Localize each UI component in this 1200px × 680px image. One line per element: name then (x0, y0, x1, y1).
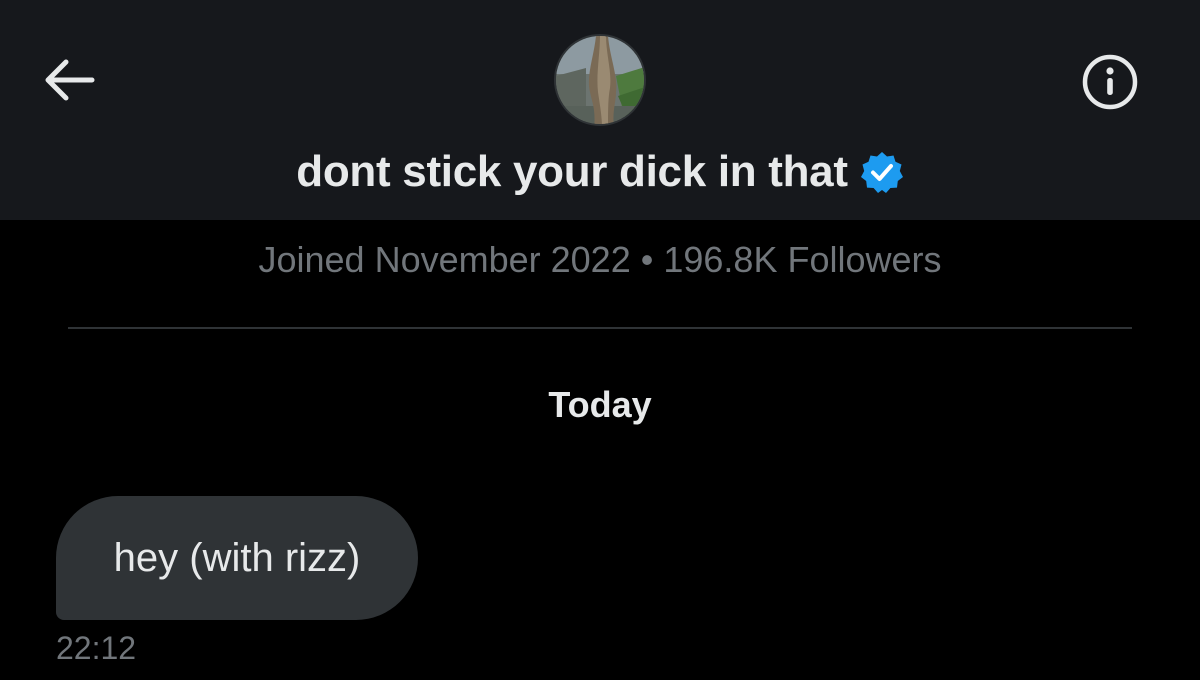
back-button[interactable] (36, 52, 100, 108)
message-timestamp: 22:12 (56, 630, 137, 666)
info-button[interactable] (1078, 50, 1142, 114)
joined-date: Joined November 2022 (258, 239, 631, 280)
conversation-header: dont stick your dick in that (0, 0, 1200, 220)
verified-badge-icon (860, 152, 903, 193)
message-text: hey (with rizz) (113, 535, 361, 580)
avatar-tree-photo (556, 36, 644, 124)
profile-meta: Joined November 2022 • 196.8K Followers (0, 236, 1200, 284)
info-circle-icon (1082, 54, 1138, 110)
avatar[interactable] (554, 34, 646, 126)
display-name: dont stick your dick in that (296, 147, 848, 196)
message-bubble[interactable]: hey (with rizz) (56, 496, 418, 620)
display-name-row: dont stick your dick in that (0, 142, 1200, 202)
meta-separator: • (640, 239, 654, 280)
arrow-left-icon (45, 59, 95, 101)
date-separator: Today (548, 384, 652, 425)
followers-count: 196.8K Followers (663, 239, 942, 280)
divider (68, 327, 1132, 329)
